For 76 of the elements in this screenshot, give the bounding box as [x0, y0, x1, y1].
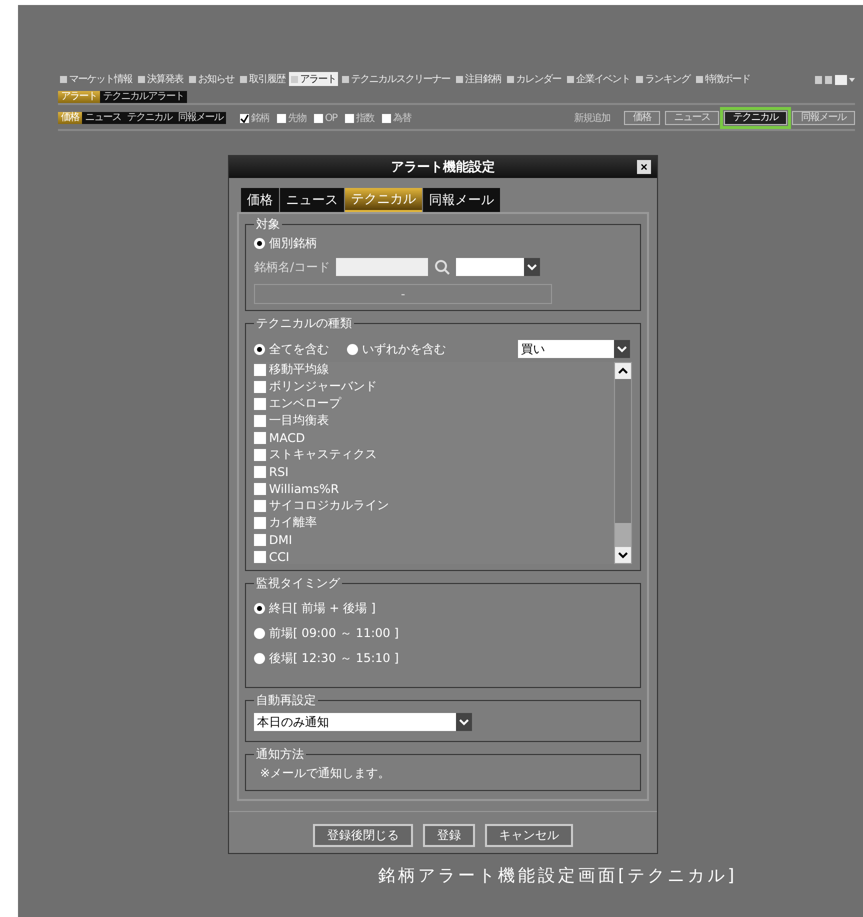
sub-tab[interactable]: テクニカルアラート: [100, 91, 187, 103]
name-display: -: [254, 284, 552, 304]
scroll-up-icon[interactable]: [615, 363, 631, 379]
chevron-down-icon[interactable]: [524, 258, 540, 276]
filter-checkbox[interactable]: OP: [314, 111, 337, 125]
dialog-title: アラート機能設定: [391, 158, 495, 176]
market-dropdown[interactable]: [456, 258, 540, 276]
technical-checkbox[interactable]: DMI: [254, 532, 614, 547]
filter-checkbox[interactable]: 為替: [382, 111, 411, 125]
menu-tab[interactable]: ランキング: [634, 72, 692, 86]
new-alert-button[interactable]: 同報メール: [792, 111, 855, 125]
menu-tab[interactable]: 企業イベント: [565, 72, 632, 86]
dialog-button[interactable]: キャンセル: [485, 824, 573, 847]
sub-tab[interactable]: アラート: [58, 91, 100, 103]
filter-tab[interactable]: 同報メール: [175, 112, 226, 124]
technical-checkbox[interactable]: サイコロジカルライン: [254, 498, 614, 513]
technical-checkbox[interactable]: CCI: [254, 549, 614, 564]
view-toggle-icon[interactable]: [815, 74, 855, 84]
radio-option[interactable]: 全てを含む: [254, 340, 329, 358]
code-input-field[interactable]: [336, 258, 428, 276]
menu-tab[interactable]: 決算発表: [136, 72, 185, 86]
technical-checkbox[interactable]: Williams%R: [254, 481, 614, 496]
technical-checkbox[interactable]: RSI: [254, 464, 614, 479]
menu-tab[interactable]: テクニカルスクリーナー: [340, 72, 452, 86]
filter-checkbox[interactable]: 先物: [277, 111, 306, 125]
technical-checkbox[interactable]: エンベロープ: [254, 396, 614, 411]
radio-option[interactable]: 前場[ 09:00 ～ 11:00 ]: [254, 625, 632, 642]
notify-text: ※メールで通知します。: [259, 765, 392, 782]
dialog-tab[interactable]: テクニカル: [345, 188, 422, 212]
new-alert-button[interactable]: ニュース: [665, 111, 719, 125]
scroll-thumb[interactable]: [615, 523, 631, 547]
technical-checkbox[interactable]: ボリンジャーバンド: [254, 379, 614, 394]
scrollbar[interactable]: [614, 362, 632, 564]
filter-checkbox[interactable]: 銘柄: [240, 111, 269, 125]
new-label: 新規追加: [574, 112, 610, 125]
new-alert-button[interactable]: 価格: [624, 111, 660, 125]
filter-tab[interactable]: 価格: [58, 112, 82, 124]
radio-option[interactable]: 個別銘柄: [254, 235, 632, 252]
chevron-down-icon[interactable]: [614, 340, 630, 358]
menu-tab[interactable]: マーケット情報: [58, 72, 134, 86]
scroll-down-icon[interactable]: [615, 547, 631, 563]
group-legend: 対象: [254, 216, 282, 233]
close-button[interactable]: ×: [637, 160, 651, 174]
menu-tab[interactable]: お知らせ: [187, 72, 236, 86]
technical-checkbox[interactable]: 移動平均線: [254, 362, 614, 377]
direction-dropdown[interactable]: 買い: [518, 340, 630, 358]
group-legend: 通知方法: [254, 746, 306, 763]
dialog-button[interactable]: 登録: [423, 824, 475, 847]
check-icon: [240, 114, 249, 122]
dialog-tab[interactable]: 同報メール: [423, 188, 500, 212]
dialog-tab[interactable]: ニュース: [280, 188, 344, 212]
group-legend: 監視タイミング: [254, 575, 342, 592]
technical-checkbox[interactable]: MACD: [254, 430, 614, 445]
reset-dropdown[interactable]: 本日のみ通知: [254, 713, 472, 731]
menu-tab[interactable]: 注目銘柄: [454, 72, 503, 86]
chevron-down-icon[interactable]: [456, 713, 472, 731]
menu-tab[interactable]: 特徴ボード: [694, 72, 752, 86]
caption-text: 銘柄アラート機能設定画面[テクニカル]: [378, 865, 738, 887]
filter-checkbox[interactable]: 指数: [344, 111, 374, 125]
dialog-tab[interactable]: 価格: [241, 188, 279, 212]
menu-tab[interactable]: アラート: [289, 72, 338, 86]
menu-tab[interactable]: カレンダー: [505, 72, 563, 86]
filter-tab[interactable]: テクニカル: [124, 112, 175, 124]
radio-option[interactable]: いずれかを含む: [347, 340, 446, 358]
group-legend: テクニカルの種類: [254, 315, 354, 332]
radio-option[interactable]: 終日[ 前場 + 後場 ]: [254, 600, 632, 617]
technical-checkbox[interactable]: 一目均衡表: [254, 413, 614, 428]
filter-tab[interactable]: ニュース: [82, 112, 124, 124]
code-label: 銘柄名/コード: [254, 258, 330, 276]
dialog-button[interactable]: 登録後閉じる: [313, 824, 413, 847]
technical-checkbox[interactable]: カイ離率: [254, 515, 614, 530]
menu-tab[interactable]: 取引履歴: [238, 72, 287, 86]
search-icon[interactable]: [434, 259, 450, 275]
technical-checkbox[interactable]: ストキャスティクス: [254, 447, 614, 462]
radio-option[interactable]: 後場[ 12:30 ～ 15:10 ]: [254, 650, 632, 667]
group-legend: 自動再設定: [254, 692, 318, 709]
